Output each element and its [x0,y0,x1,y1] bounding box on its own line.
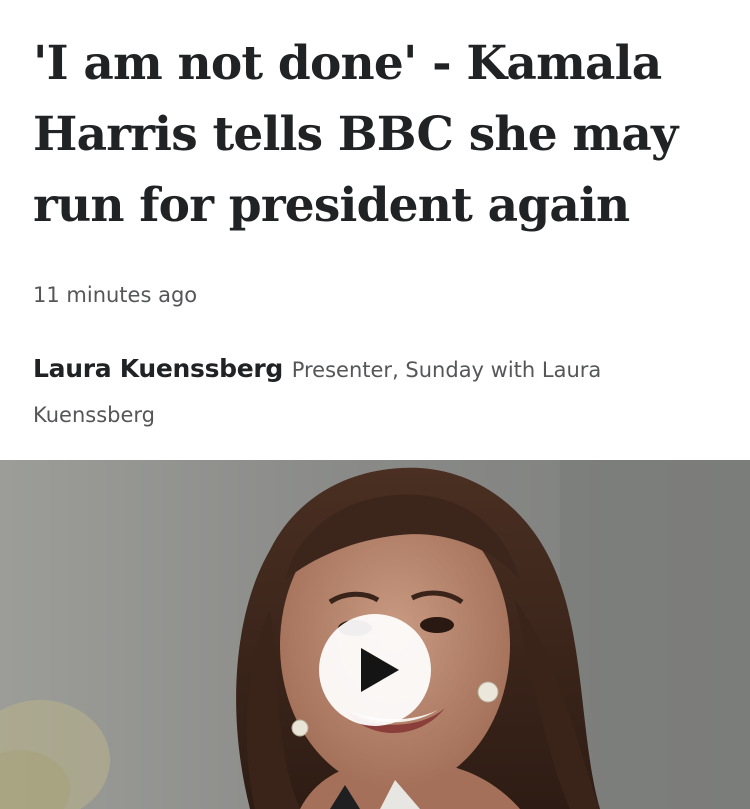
video-player[interactable] [0,460,750,809]
play-button[interactable] [319,614,431,726]
play-icon [361,648,399,692]
article-header: 'I am not done' - Kamala Harris tells BB… [0,0,750,460]
article-timestamp: 11 minutes ago [33,283,198,307]
article-headline: 'I am not done' - Kamala Harris tells BB… [33,36,678,233]
byline: Laura Kuenssberg Presenter, Sunday with … [33,346,723,438]
author-name[interactable]: Laura Kuenssberg [33,354,283,383]
